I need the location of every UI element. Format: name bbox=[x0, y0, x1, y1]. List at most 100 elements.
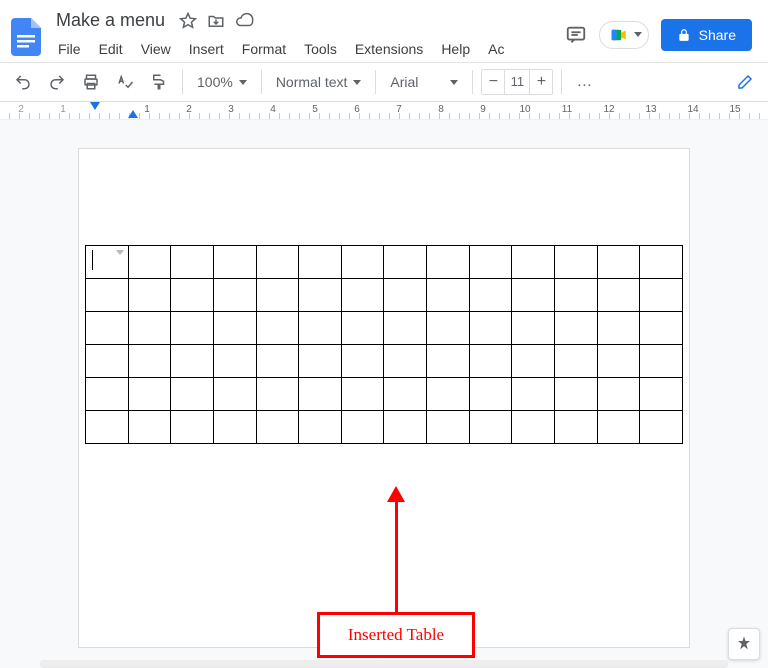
table-cell[interactable] bbox=[256, 312, 299, 345]
table-cell[interactable] bbox=[555, 378, 598, 411]
table-cell[interactable] bbox=[171, 279, 214, 312]
table-cell[interactable] bbox=[597, 411, 640, 444]
decrease-font-button[interactable]: − bbox=[482, 70, 504, 94]
table-cell[interactable] bbox=[128, 312, 171, 345]
print-button[interactable] bbox=[76, 69, 106, 95]
table-cell[interactable] bbox=[213, 246, 256, 279]
meet-button[interactable] bbox=[599, 21, 649, 49]
menu-tools[interactable]: Tools bbox=[296, 37, 345, 61]
table-cell[interactable] bbox=[427, 279, 470, 312]
table-cell[interactable] bbox=[128, 279, 171, 312]
more-tools-button[interactable]: … bbox=[570, 73, 600, 91]
horizontal-scrollbar[interactable] bbox=[40, 660, 728, 668]
table-cell[interactable] bbox=[427, 246, 470, 279]
menu-insert[interactable]: Insert bbox=[181, 37, 232, 61]
menu-extensions[interactable]: Extensions bbox=[347, 37, 431, 61]
table-cell[interactable] bbox=[341, 378, 384, 411]
table-cell[interactable] bbox=[555, 345, 598, 378]
table-cell[interactable] bbox=[469, 312, 512, 345]
editing-mode-button[interactable] bbox=[730, 67, 760, 97]
table-cell[interactable] bbox=[256, 411, 299, 444]
table-cell[interactable] bbox=[171, 378, 214, 411]
table-cell[interactable] bbox=[128, 411, 171, 444]
table-cell[interactable] bbox=[341, 246, 384, 279]
paragraph-style-dropdown[interactable]: Normal text bbox=[270, 70, 368, 94]
document-title[interactable]: Make a menu bbox=[52, 8, 169, 33]
menu-edit[interactable]: Edit bbox=[91, 37, 131, 61]
first-line-indent-marker[interactable] bbox=[90, 102, 100, 110]
table-cell[interactable] bbox=[384, 279, 427, 312]
table-cell[interactable] bbox=[299, 378, 342, 411]
table-cell[interactable] bbox=[555, 279, 598, 312]
cloud-saved-icon[interactable] bbox=[235, 12, 255, 30]
table-cell[interactable] bbox=[299, 411, 342, 444]
table-cell[interactable] bbox=[427, 411, 470, 444]
table-cell[interactable] bbox=[128, 345, 171, 378]
table-cell[interactable] bbox=[86, 279, 129, 312]
table-cell[interactable] bbox=[86, 246, 129, 279]
table-cell[interactable] bbox=[597, 279, 640, 312]
table-cell[interactable] bbox=[640, 312, 683, 345]
table-cell[interactable] bbox=[299, 279, 342, 312]
table-cell[interactable] bbox=[469, 246, 512, 279]
table-cell[interactable] bbox=[341, 411, 384, 444]
table-cell[interactable] bbox=[555, 411, 598, 444]
increase-font-button[interactable]: + bbox=[530, 70, 552, 94]
table-cell[interactable] bbox=[256, 246, 299, 279]
table-cell[interactable] bbox=[256, 378, 299, 411]
table-cell[interactable] bbox=[555, 312, 598, 345]
table-cell[interactable] bbox=[86, 411, 129, 444]
table-cell[interactable] bbox=[86, 345, 129, 378]
table-cell[interactable] bbox=[384, 246, 427, 279]
table-cell[interactable] bbox=[512, 345, 555, 378]
horizontal-ruler[interactable]: 211234567891011121314151617 bbox=[0, 102, 768, 120]
redo-button[interactable] bbox=[42, 69, 72, 95]
table-cell[interactable] bbox=[256, 279, 299, 312]
table-cell[interactable] bbox=[597, 246, 640, 279]
star-icon[interactable] bbox=[179, 12, 197, 30]
table-cell[interactable] bbox=[640, 411, 683, 444]
table-cell[interactable] bbox=[86, 312, 129, 345]
menu-help[interactable]: Help bbox=[433, 37, 478, 61]
table-cell[interactable] bbox=[512, 312, 555, 345]
table-cell[interactable] bbox=[171, 411, 214, 444]
table-cell[interactable] bbox=[299, 345, 342, 378]
comment-history-icon[interactable] bbox=[565, 24, 587, 46]
table-cell[interactable] bbox=[213, 411, 256, 444]
table-cell[interactable] bbox=[171, 345, 214, 378]
share-button[interactable]: Share bbox=[661, 19, 752, 51]
zoom-dropdown[interactable]: 100% bbox=[191, 70, 253, 94]
table-cell[interactable] bbox=[469, 279, 512, 312]
table-cell[interactable] bbox=[341, 345, 384, 378]
spellcheck-button[interactable] bbox=[110, 69, 140, 95]
menu-view[interactable]: View bbox=[133, 37, 179, 61]
left-indent-marker[interactable] bbox=[128, 110, 138, 118]
table-cell[interactable] bbox=[640, 345, 683, 378]
table-cell[interactable] bbox=[512, 246, 555, 279]
table-cell[interactable] bbox=[171, 246, 214, 279]
table-cell[interactable] bbox=[213, 378, 256, 411]
font-dropdown[interactable]: Arial bbox=[384, 70, 464, 94]
table-cell[interactable] bbox=[597, 345, 640, 378]
explore-button[interactable] bbox=[728, 628, 760, 660]
table-cell[interactable] bbox=[128, 378, 171, 411]
table-cell[interactable] bbox=[299, 246, 342, 279]
table-cell[interactable] bbox=[213, 312, 256, 345]
undo-button[interactable] bbox=[8, 69, 38, 95]
inserted-table[interactable] bbox=[85, 245, 683, 444]
table-cell[interactable] bbox=[341, 312, 384, 345]
font-size-value[interactable]: 11 bbox=[504, 70, 530, 94]
cell-options-caret-icon[interactable] bbox=[116, 250, 124, 255]
table-cell[interactable] bbox=[597, 378, 640, 411]
menu-format[interactable]: Format bbox=[234, 37, 294, 61]
table-cell[interactable] bbox=[299, 312, 342, 345]
table-cell[interactable] bbox=[427, 378, 470, 411]
table-cell[interactable] bbox=[512, 378, 555, 411]
table-cell[interactable] bbox=[384, 345, 427, 378]
table-cell[interactable] bbox=[427, 312, 470, 345]
table-cell[interactable] bbox=[86, 378, 129, 411]
table-cell[interactable] bbox=[640, 279, 683, 312]
table-cell[interactable] bbox=[171, 312, 214, 345]
table-cell[interactable] bbox=[597, 312, 640, 345]
table-cell[interactable] bbox=[213, 345, 256, 378]
